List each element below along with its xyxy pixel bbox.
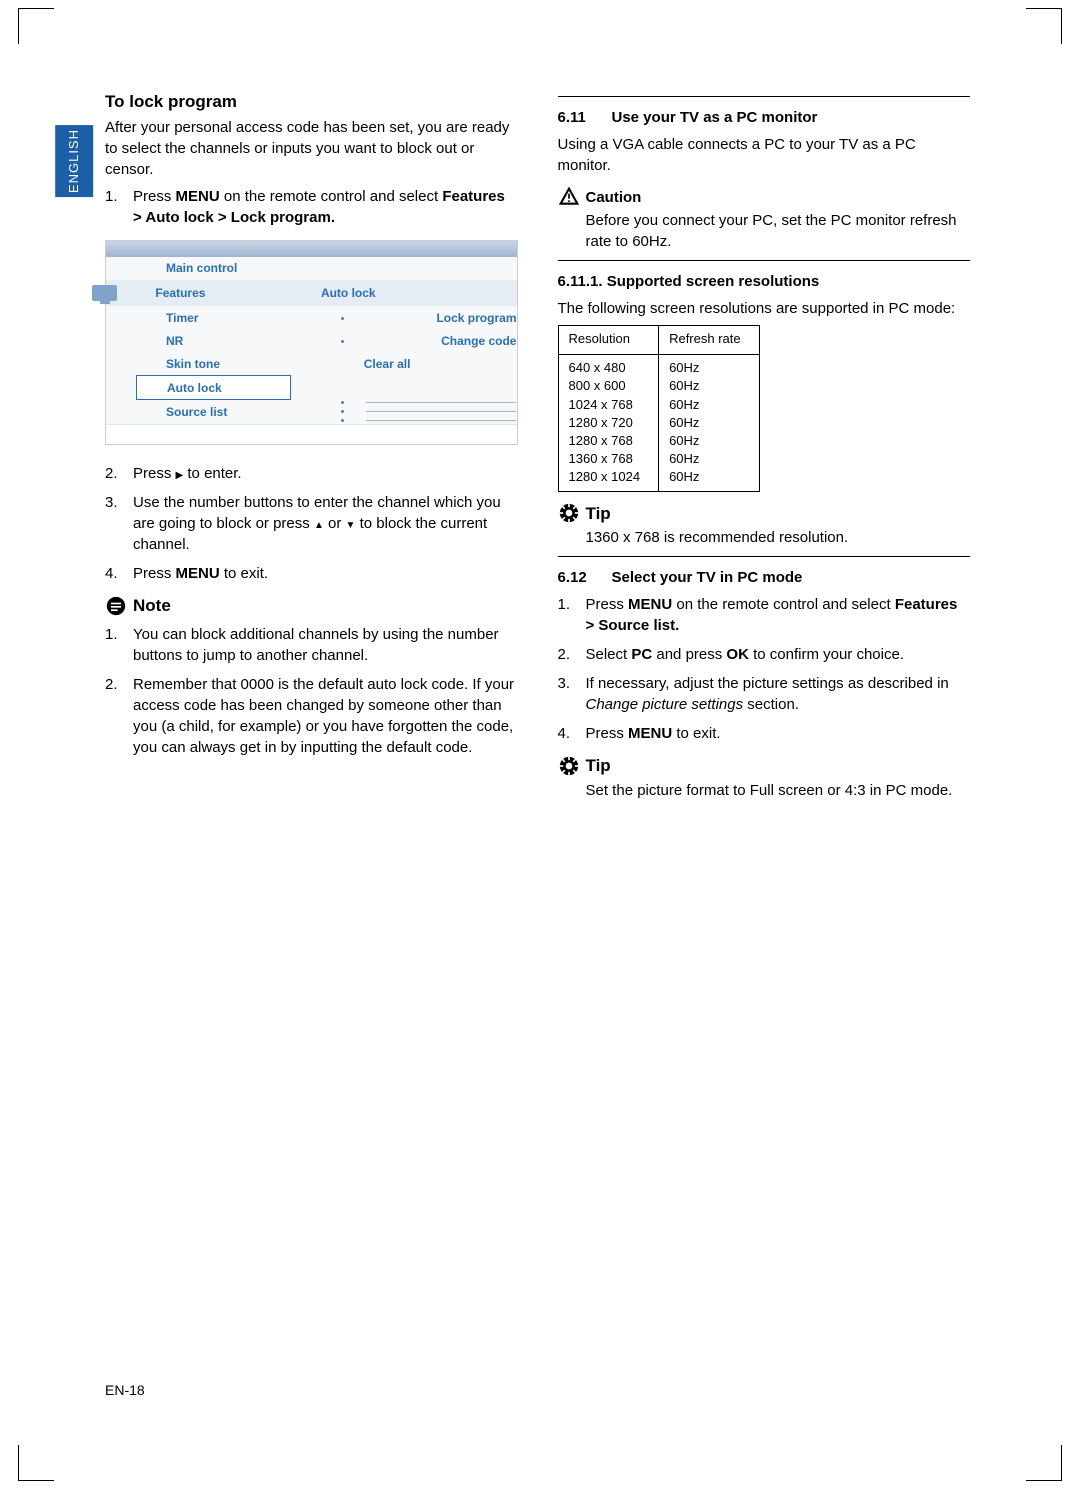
step-text: Use the number buttons to enter the chan… <box>133 492 518 555</box>
list-number: 3. <box>105 492 133 555</box>
table-header: Resolution <box>558 326 659 355</box>
step-text: If necessary, adjust the picture setting… <box>586 673 971 715</box>
resolution-table: Resolution Refresh rate 640 x 480 800 x … <box>558 325 760 492</box>
right-column: 6.11Use your TV as a PC monitor Using a … <box>558 90 971 809</box>
list-number: 4. <box>105 563 133 584</box>
caution-label: Caution <box>586 187 642 208</box>
caution-body: Before you connect your PC, set the PC m… <box>586 210 971 252</box>
note-text: You can block additional channels by usi… <box>133 624 518 666</box>
crop-mark <box>18 1445 54 1481</box>
menu-main-control: Main control <box>106 257 517 280</box>
up-arrow-icon <box>314 515 324 532</box>
crop-mark <box>1026 8 1062 44</box>
left-column: To lock program After your personal acce… <box>105 90 518 809</box>
tip-body: Set the picture format to Full screen or… <box>586 780 971 801</box>
menu-screenshot: Main control Features Auto lock Timer NR… <box>105 240 518 445</box>
language-tab: ENGLISH <box>55 125 93 197</box>
step-text: Press to enter. <box>133 463 518 484</box>
list-number: 1. <box>105 624 133 666</box>
step-text: Press MENU on the remote control and sel… <box>133 186 518 228</box>
lock-program-heading: To lock program <box>105 90 518 114</box>
section-heading: 6.12Select your TV in PC mode <box>558 567 971 588</box>
note-label: Note <box>133 594 171 618</box>
step-text: Press MENU to exit. <box>133 563 518 584</box>
list-number: 3. <box>558 673 586 715</box>
list-number: 2. <box>105 463 133 484</box>
list-number: 1. <box>105 186 133 228</box>
tv-icon <box>92 285 117 301</box>
list-number: 2. <box>558 644 586 665</box>
subsection-heading: 6.11.1. Supported screen resolutions <box>558 271 971 292</box>
tip-icon <box>558 755 580 777</box>
list-number: 1. <box>558 594 586 636</box>
lock-program-intro: After your personal access code has been… <box>105 117 518 180</box>
step-text: Press MENU to exit. <box>586 723 971 744</box>
page-number: EN-18 <box>105 1381 145 1401</box>
tip-label: Tip <box>586 754 611 778</box>
table-cell: 60Hz 60Hz 60Hz 60Hz 60Hz 60Hz 60Hz <box>659 355 760 491</box>
crop-mark <box>18 8 54 44</box>
tip-body: 1360 x 768 is recommended resolution. <box>586 527 971 548</box>
down-arrow-icon <box>346 515 356 532</box>
list-number: 2. <box>105 674 133 758</box>
page-content: ENGLISH To lock program After your perso… <box>105 90 970 1391</box>
table-header: Refresh rate <box>659 326 760 355</box>
list-number: 4. <box>558 723 586 744</box>
crop-mark <box>1026 1445 1062 1481</box>
tip-icon <box>558 502 580 524</box>
step-text: Select PC and press OK to confirm your c… <box>586 644 971 665</box>
subsection-body: The following screen resolutions are sup… <box>558 298 971 319</box>
section-body: Using a VGA cable connects a PC to your … <box>558 134 971 176</box>
caution-icon <box>558 186 580 208</box>
step-text: Press MENU on the remote control and sel… <box>586 594 971 636</box>
section-heading: 6.11Use your TV as a PC monitor <box>558 107 971 128</box>
table-cell: 640 x 480 800 x 600 1024 x 768 1280 x 72… <box>558 355 659 491</box>
note-icon <box>105 595 127 617</box>
tip-label: Tip <box>586 502 611 526</box>
note-text: Remember that 0000 is the default auto l… <box>133 674 518 758</box>
